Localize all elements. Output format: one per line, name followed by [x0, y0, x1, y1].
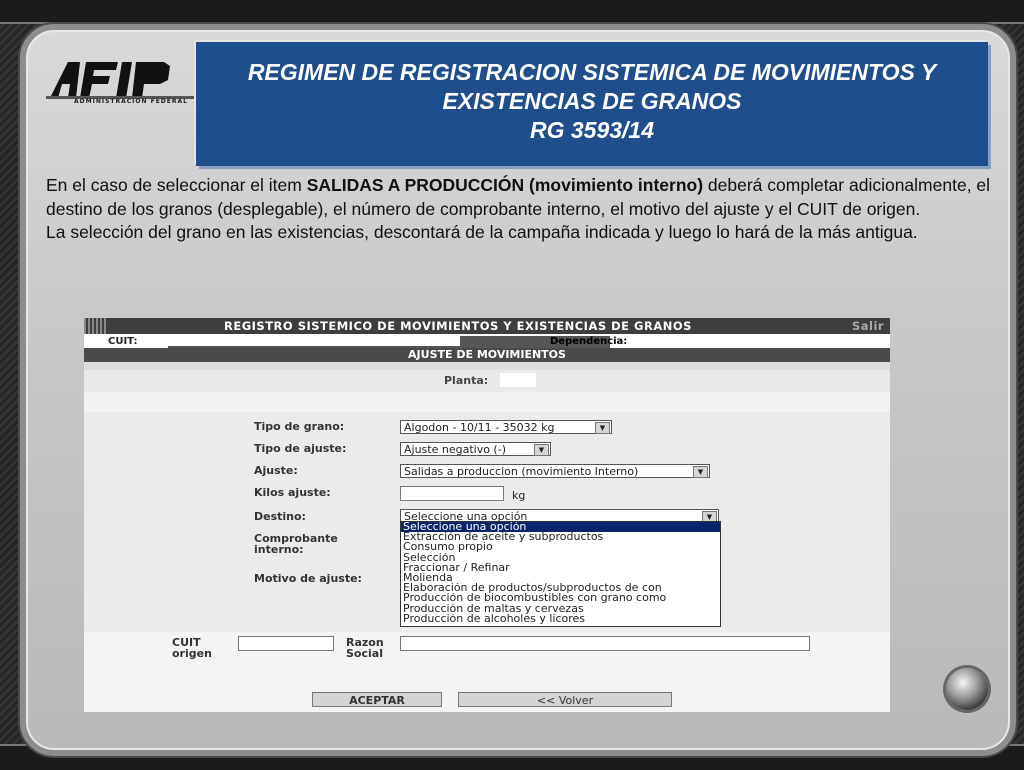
app-header-title: REGISTRO SISTEMICO DE MOVIMIENTOS Y EXIS…: [224, 319, 692, 333]
dropdown-option[interactable]: Molienda: [401, 573, 720, 583]
logo-subtitle: ADMINISTRACION FEDERAL: [74, 98, 188, 105]
app-header: REGISTRO SISTEMICO DE MOVIMIENTOS Y EXIS…: [84, 318, 890, 334]
aceptar-button[interactable]: ACEPTAR: [312, 692, 442, 707]
app-screenshot: REGISTRO SISTEMICO DE MOVIMIENTOS Y EXIS…: [84, 318, 890, 712]
section-title: AJUSTE DE MOVIMIENTOS: [84, 348, 890, 362]
dropdown-option[interactable]: Selección: [401, 553, 720, 563]
top-bar: [0, 0, 1024, 24]
title-banner: REGIMEN DE REGISTRACION SISTEMICA DE MOV…: [196, 42, 988, 166]
chevron-down-icon[interactable]: ▼: [693, 466, 708, 478]
tipo-ajuste-select[interactable]: Ajuste negativo (-) ▼: [400, 442, 551, 456]
ajuste-select[interactable]: Salidas a produccion (movimiento Interno…: [400, 464, 710, 478]
dropdown-option[interactable]: Producción de alcoholes y licores: [401, 614, 720, 624]
dropdown-option[interactable]: Elaboración de productos/subproductos de…: [401, 583, 720, 593]
cuit-label: CUIT:: [108, 336, 138, 347]
description-text: En el caso de seleccionar el item SALIDA…: [46, 174, 996, 245]
title-line-2: EXISTENCIAS DE GRANOS: [442, 88, 742, 114]
kilos-unit: kg: [512, 489, 526, 502]
paragraph-1: En el caso de seleccionar el item SALIDA…: [46, 174, 996, 221]
dropdown-option[interactable]: Producción de maltas y cervezas: [401, 604, 720, 614]
planta-row: Planta:: [84, 370, 890, 392]
planta-value: [500, 373, 536, 387]
comprobante-label-2: interno:: [254, 543, 304, 556]
planta-label: Planta:: [444, 374, 489, 387]
tipo-grano-label: Tipo de grano:: [254, 420, 345, 433]
paragraph-1-intro: En el caso de seleccionar el item: [46, 175, 307, 195]
button-row: ACEPTAR << Volver: [84, 668, 890, 712]
info-bar: CUIT: Dependencia:: [84, 334, 890, 348]
cuit-origen-input[interactable]: [238, 636, 334, 651]
cuit-origen-label-2: origen: [172, 647, 212, 660]
tipo-ajuste-value: Ajuste negativo (-): [404, 443, 506, 456]
destino-dropdown-list[interactable]: Seleccione una opción Extracción de acei…: [400, 521, 721, 627]
dropdown-option[interactable]: Fraccionar / Refinar: [401, 563, 720, 573]
volver-button[interactable]: << Volver: [458, 692, 672, 707]
razon-social-label-2: Social: [346, 647, 383, 660]
spacer-row: [84, 392, 890, 412]
header-decoration: [84, 318, 108, 334]
paragraph-2: La selección del grano en las existencia…: [46, 222, 918, 242]
dropdown-option[interactable]: Consumo propio: [401, 542, 720, 552]
title-line-1: REGIMEN DE REGISTRACION SISTEMICA DE MOV…: [247, 59, 937, 85]
dropdown-option[interactable]: Producción de biocombustibles con grano …: [401, 593, 720, 603]
ajuste-value: Salidas a produccion (movimiento Interno…: [404, 465, 639, 478]
dropdown-option[interactable]: Seleccione una opción: [401, 522, 720, 533]
tipo-grano-value: Algodon - 10/11 - 35032 kg: [404, 421, 555, 434]
dependencia-label: Dependencia:: [550, 336, 628, 347]
ajuste-label: Ajuste:: [254, 464, 298, 477]
kilos-input[interactable]: [400, 486, 504, 501]
salir-link[interactable]: Salir: [852, 319, 884, 333]
title-line-3: RG 3593/14: [529, 117, 655, 143]
tipo-grano-select[interactable]: Algodon - 10/11 - 35032 kg ▼: [400, 420, 612, 434]
navigation-orb-button[interactable]: [946, 668, 988, 710]
razon-social-input[interactable]: [400, 636, 810, 651]
cuit-origen-row: CUIT origen Razon Social: [84, 632, 890, 668]
destino-label: Destino:: [254, 510, 306, 523]
motivo-label: Motivo de ajuste:: [254, 572, 362, 585]
tipo-ajuste-label: Tipo de ajuste:: [254, 442, 347, 455]
cuit-value: [168, 334, 460, 346]
chevron-down-icon[interactable]: ▼: [534, 444, 549, 456]
dropdown-option[interactable]: Extracción de aceite y subproductos: [401, 532, 720, 542]
chevron-down-icon[interactable]: ▼: [595, 422, 610, 434]
paragraph-1-bold: SALIDAS A PRODUCCIÓN (movimiento interno…: [306, 175, 704, 195]
kilos-label: Kilos ajuste:: [254, 486, 331, 499]
section-divider: [84, 362, 890, 370]
